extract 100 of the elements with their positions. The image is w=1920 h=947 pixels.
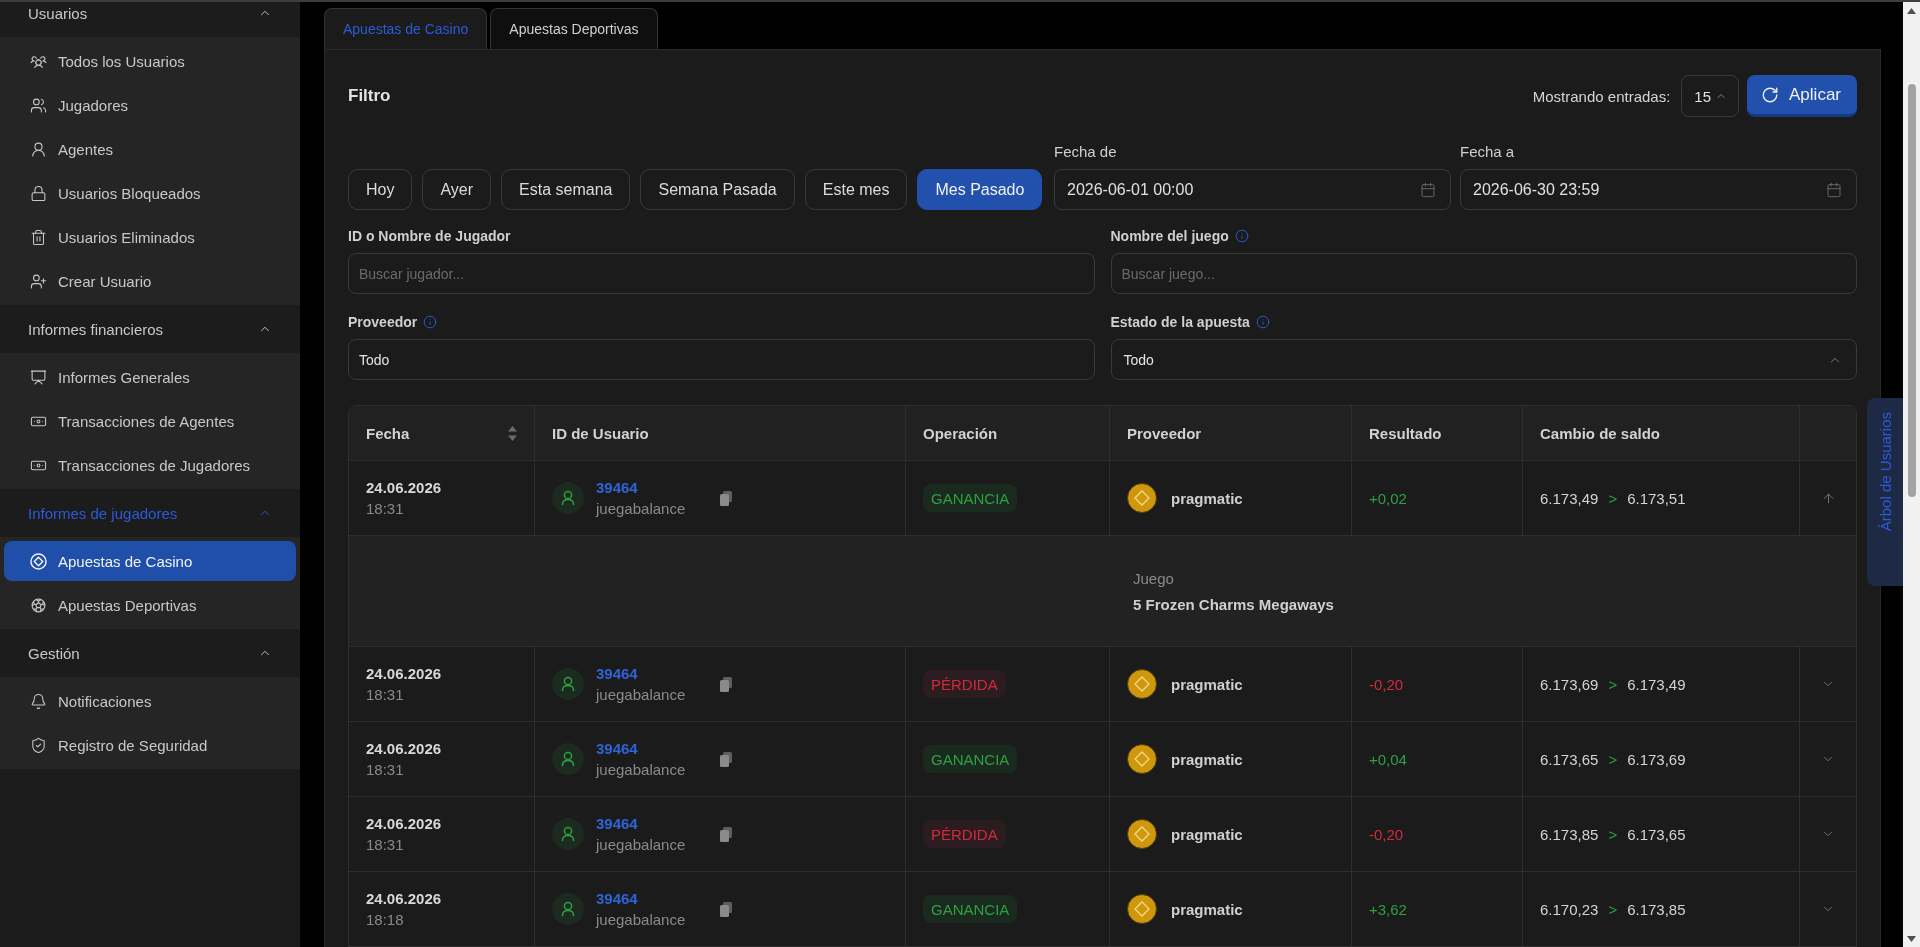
search-field[interactable]: Buscar juego... bbox=[1110, 253, 1857, 294]
bet-date: 24.06.2026 bbox=[366, 815, 442, 832]
balance-after: 6.173,65 bbox=[1627, 825, 1686, 843]
column-header: ID de Usuario bbox=[552, 424, 649, 442]
select-field[interactable]: Todo bbox=[1110, 339, 1857, 380]
sidebar-item[interactable]: Notificaciones bbox=[4, 681, 296, 721]
user-icon bbox=[30, 140, 47, 158]
info-icon[interactable] bbox=[1234, 229, 1249, 243]
balance-after: 6.173,69 bbox=[1627, 750, 1686, 768]
search-field[interactable]: Buscar jugador... bbox=[348, 253, 1095, 294]
date-preset-button[interactable]: Este mes bbox=[804, 169, 908, 210]
sidebar-item[interactable]: Transacciones de Agentes bbox=[4, 401, 296, 441]
info-icon[interactable] bbox=[1255, 315, 1270, 329]
balance-separator: > bbox=[1608, 900, 1618, 918]
field-label: Fecha de bbox=[1054, 143, 1117, 161]
status-badge: PÉRDIDA bbox=[923, 820, 1006, 848]
diamond-coin-icon bbox=[1127, 819, 1157, 849]
status-badge: GANANCIA bbox=[923, 484, 1018, 512]
user-avatar-icon bbox=[552, 482, 584, 514]
balance-before: 6.173,65 bbox=[1540, 750, 1599, 768]
tab[interactable]: Apuestas Deportivas bbox=[490, 8, 658, 49]
balance-after: 6.173,51 bbox=[1627, 489, 1686, 507]
date-field[interactable]: 2026-06-30 23:59 bbox=[1460, 169, 1857, 210]
calendar-icon[interactable] bbox=[1826, 181, 1842, 198]
status-badge: GANANCIA bbox=[923, 895, 1018, 923]
bet-time: 18:31 bbox=[366, 761, 405, 778]
copy-icon[interactable] bbox=[720, 826, 732, 842]
copy-icon[interactable] bbox=[720, 676, 732, 692]
apply-button[interactable]: Aplicar bbox=[1747, 75, 1857, 117]
copy-icon[interactable] bbox=[720, 901, 732, 917]
balance-after: 6.173,49 bbox=[1627, 675, 1686, 693]
provider-name: pragmatic bbox=[1171, 750, 1243, 768]
balance-separator: > bbox=[1608, 675, 1618, 693]
field-label: Fecha a bbox=[1460, 143, 1515, 161]
sidebar-item[interactable]: Crear Usuario bbox=[4, 261, 296, 301]
date-preset-button[interactable]: Semana Pasada bbox=[640, 169, 795, 210]
sort-icon[interactable] bbox=[508, 425, 517, 441]
result-amount: -0,20 bbox=[1369, 825, 1404, 843]
entries-label: Mostrando entradas: bbox=[1532, 87, 1671, 105]
column-header: Resultado bbox=[1369, 424, 1442, 442]
user-avatar-icon bbox=[552, 818, 584, 850]
field-label: Proveedor bbox=[348, 313, 418, 331]
sidebar-item[interactable]: Usuarios Eliminados bbox=[4, 217, 296, 257]
balance-separator: > bbox=[1608, 825, 1618, 843]
bet-time: 18:31 bbox=[366, 686, 405, 703]
sidebar-item[interactable]: Registro de Seguridad bbox=[4, 725, 296, 765]
field-label: ID o Nombre de Jugador bbox=[348, 227, 511, 245]
date-preset-button[interactable]: Hoy bbox=[348, 169, 413, 210]
scroll-up-icon[interactable] bbox=[1907, 8, 1916, 14]
balance-before: 6.173,69 bbox=[1540, 675, 1599, 693]
diamond-coin-icon bbox=[1127, 894, 1157, 924]
column-header: Proveedor bbox=[1127, 424, 1202, 442]
date-preset-button[interactable]: Ayer bbox=[422, 169, 492, 210]
sidebar-item[interactable]: Transacciones de Jugadores bbox=[4, 445, 296, 485]
user-avatar-icon bbox=[552, 743, 584, 775]
detail-value: 5 Frozen Charms Megaways bbox=[1133, 595, 1334, 613]
copy-icon[interactable] bbox=[720, 751, 732, 767]
field-label: Nombre del juego bbox=[1110, 227, 1229, 245]
calendar-icon[interactable] bbox=[1420, 181, 1436, 198]
username-text: juegabalance bbox=[596, 836, 687, 853]
result-amount: +0,02 bbox=[1369, 489, 1407, 507]
balance-separator: > bbox=[1608, 750, 1618, 768]
diamond-coin-icon bbox=[1127, 744, 1157, 774]
username-text: juegabalance bbox=[596, 761, 687, 778]
field-label: Estado de la apuesta bbox=[1110, 313, 1250, 331]
balance-after: 6.173,85 bbox=[1627, 900, 1686, 918]
user-plus-icon bbox=[30, 272, 47, 290]
filter-title: Filtro bbox=[348, 86, 391, 106]
sidebar-item[interactable]: Apuestas Deportivas bbox=[4, 585, 296, 625]
scroll-thumb[interactable] bbox=[1907, 84, 1916, 497]
date-preset-button[interactable]: Esta semana bbox=[501, 169, 631, 210]
entries-select[interactable]: 15 bbox=[1681, 75, 1740, 117]
username-text: juegabalance bbox=[596, 500, 687, 517]
user-avatar-icon bbox=[552, 668, 584, 700]
sidebar-item[interactable]: Apuestas de Casino bbox=[4, 541, 296, 581]
sidebar-item[interactable]: Jugadores bbox=[4, 85, 296, 125]
username-text: juegabalance bbox=[596, 686, 687, 703]
copy-icon[interactable] bbox=[720, 490, 732, 506]
result-amount: -0,20 bbox=[1369, 675, 1404, 693]
status-badge: GANANCIA bbox=[923, 745, 1018, 773]
balance-separator: > bbox=[1608, 489, 1618, 507]
result-amount: +0,04 bbox=[1369, 750, 1407, 768]
provider-name: pragmatic bbox=[1171, 825, 1243, 843]
sidebar-item[interactable]: Agentes bbox=[4, 129, 296, 169]
bet-time: 18:31 bbox=[366, 836, 405, 853]
scroll-down-icon[interactable] bbox=[1907, 936, 1916, 942]
date-field[interactable]: 2026-06-01 00:00 bbox=[1054, 169, 1451, 210]
bet-date: 24.06.2026 bbox=[366, 740, 442, 757]
date-preset-button[interactable]: Mes Pasado bbox=[917, 169, 1043, 210]
lock-icon bbox=[30, 184, 47, 202]
text-field[interactable]: Todo bbox=[348, 339, 1095, 380]
bet-time: 18:31 bbox=[366, 500, 405, 517]
bell-icon bbox=[30, 692, 47, 710]
info-icon[interactable] bbox=[423, 315, 438, 329]
sidebar-item[interactable]: Usuarios Bloqueados bbox=[4, 173, 296, 213]
sidebar-item[interactable]: Todos los Usuarios bbox=[4, 41, 296, 81]
bet-date: 24.06.2026 bbox=[366, 479, 442, 496]
bet-time: 18:18 bbox=[366, 911, 405, 928]
sidebar-item[interactable]: Informes Generales bbox=[4, 357, 296, 397]
username-text: juegabalance bbox=[596, 911, 687, 928]
